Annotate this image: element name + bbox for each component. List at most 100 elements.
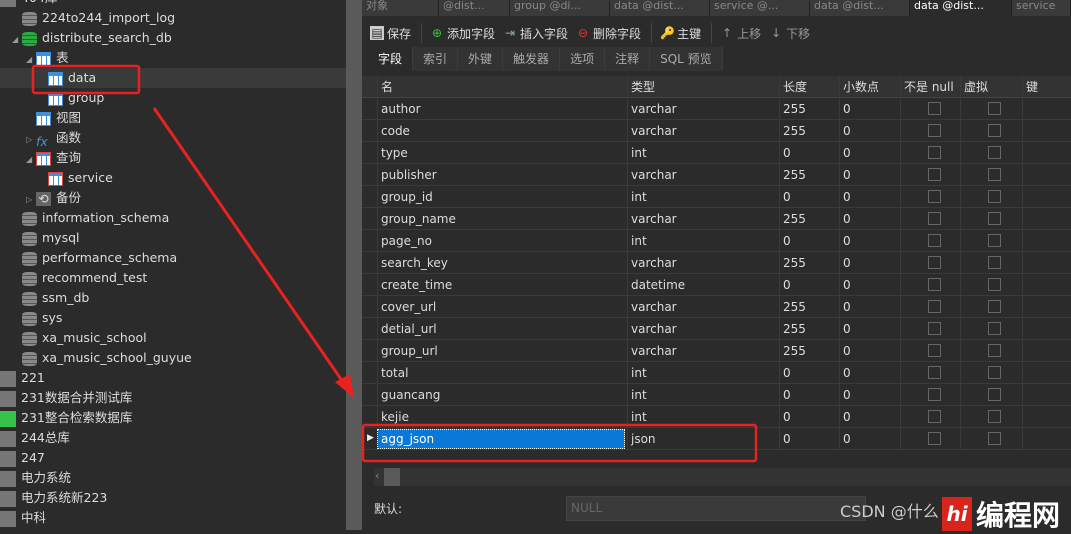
- cell-not-null[interactable]: [900, 98, 960, 120]
- checkbox[interactable]: [988, 410, 1001, 423]
- cell[interactable]: 0: [779, 362, 839, 384]
- cell-not-null[interactable]: [900, 252, 960, 274]
- cell-virtual[interactable]: [960, 296, 1022, 318]
- cell[interactable]: 0: [839, 142, 900, 164]
- tree-item[interactable]: data: [0, 68, 346, 88]
- tree-item[interactable]: ◢ 查询: [26, 148, 81, 168]
- table-row[interactable]: code varchar 255 0: [362, 120, 1071, 142]
- subtab-6[interactable]: SQL 预览: [650, 47, 723, 71]
- scrollbar-thumb[interactable]: [384, 468, 400, 486]
- tree-item[interactable]: 电力系统新223: [0, 488, 107, 508]
- cell-not-null[interactable]: [900, 384, 960, 406]
- cell[interactable]: cover_url: [377, 296, 627, 318]
- subtab-4[interactable]: 选项: [560, 47, 606, 71]
- cell-not-null[interactable]: [900, 340, 960, 362]
- checkbox[interactable]: [928, 234, 941, 247]
- cell[interactable]: 255: [779, 164, 839, 186]
- table-row[interactable]: kejie int 0 0: [362, 406, 1071, 428]
- cell-not-null[interactable]: [900, 120, 960, 142]
- checkbox[interactable]: [988, 322, 1001, 335]
- cell-key[interactable]: [1022, 296, 1071, 318]
- cell-key[interactable]: [1022, 362, 1071, 384]
- column-header[interactable]: 虚拟: [960, 76, 1022, 98]
- tree-item[interactable]: group: [38, 88, 104, 108]
- cell-virtual[interactable]: [960, 274, 1022, 296]
- cell[interactable]: 0: [779, 384, 839, 406]
- cell-not-null[interactable]: [900, 274, 960, 296]
- cell[interactable]: 0: [839, 186, 900, 208]
- checkbox[interactable]: [928, 146, 941, 159]
- delete-field-button[interactable]: ⊖ 删除字段: [576, 25, 641, 42]
- cell[interactable]: author: [377, 98, 627, 120]
- cell-key[interactable]: [1022, 252, 1071, 274]
- cell-key[interactable]: [1022, 142, 1071, 164]
- checkbox[interactable]: [988, 146, 1001, 159]
- table-row[interactable]: author varchar 255 0: [362, 98, 1071, 120]
- checkbox[interactable]: [928, 212, 941, 225]
- checkbox[interactable]: [988, 124, 1001, 137]
- table-row[interactable]: publisher varchar 255 0: [362, 164, 1071, 186]
- cell-virtual[interactable]: [960, 252, 1022, 274]
- tree-item[interactable]: xa_music_school_guyue: [12, 348, 192, 368]
- cell[interactable]: varchar: [627, 340, 779, 362]
- checkbox[interactable]: [928, 366, 941, 379]
- cell[interactable]: 0: [779, 142, 839, 164]
- table-row[interactable]: group_id int 0 0: [362, 186, 1071, 208]
- tree-item[interactable]: 404库: [0, 0, 57, 8]
- tree-item[interactable]: recommend_test: [12, 268, 147, 288]
- cell[interactable]: 0: [839, 252, 900, 274]
- table-row[interactable]: cover_url varchar 255 0: [362, 296, 1071, 318]
- cell[interactable]: 255: [779, 296, 839, 318]
- cell[interactable]: varchar: [627, 208, 779, 230]
- cell[interactable]: group_name: [377, 208, 627, 230]
- tree-item[interactable]: 247: [0, 448, 45, 468]
- tree-item[interactable]: 221: [0, 368, 45, 388]
- cell[interactable]: group_url: [377, 340, 627, 362]
- tab-1[interactable]: @dist...: [439, 0, 510, 16]
- cell[interactable]: 0: [839, 164, 900, 186]
- table-row[interactable]: page_no int 0 0: [362, 230, 1071, 252]
- cell[interactable]: page_no: [377, 230, 627, 252]
- checkbox[interactable]: [928, 432, 941, 445]
- cell[interactable]: agg_json: [377, 429, 625, 449]
- cell[interactable]: kejie: [377, 406, 627, 428]
- cell[interactable]: int: [627, 230, 779, 252]
- cell[interactable]: int: [627, 186, 779, 208]
- checkbox[interactable]: [988, 190, 1001, 203]
- column-header[interactable]: 不是 null: [900, 76, 960, 98]
- table-row[interactable]: search_key varchar 255 0: [362, 252, 1071, 274]
- cell-not-null[interactable]: [900, 318, 960, 340]
- cell[interactable]: varchar: [627, 252, 779, 274]
- cell-virtual[interactable]: [960, 428, 1022, 450]
- cell[interactable]: int: [627, 142, 779, 164]
- tree-item[interactable]: information_schema: [12, 208, 169, 228]
- cell-not-null[interactable]: [900, 142, 960, 164]
- cell-key[interactable]: [1022, 318, 1071, 340]
- cell[interactable]: 0: [779, 274, 839, 296]
- checkbox[interactable]: [988, 278, 1001, 291]
- default-input[interactable]: NULL: [566, 496, 866, 521]
- checkbox[interactable]: [928, 278, 941, 291]
- cell-key[interactable]: [1022, 406, 1071, 428]
- column-header[interactable]: 名: [377, 76, 627, 98]
- table-row[interactable]: group_name varchar 255 0: [362, 208, 1071, 230]
- cell[interactable]: publisher: [377, 164, 627, 186]
- cell-virtual[interactable]: [960, 186, 1022, 208]
- cell[interactable]: 0: [839, 120, 900, 142]
- cell[interactable]: 0: [779, 186, 839, 208]
- expanded-triangle-icon[interactable]: ◢: [12, 30, 22, 50]
- cell[interactable]: search_key: [377, 252, 627, 274]
- cell-not-null[interactable]: [900, 296, 960, 318]
- cell[interactable]: 0: [779, 406, 839, 428]
- cell-key[interactable]: [1022, 274, 1071, 296]
- checkbox[interactable]: [988, 102, 1001, 115]
- cell-key[interactable]: [1022, 186, 1071, 208]
- checkbox[interactable]: [988, 234, 1001, 247]
- table-row[interactable]: type int 0 0: [362, 142, 1071, 164]
- cell[interactable]: datetime: [627, 274, 779, 296]
- cell-key[interactable]: [1022, 164, 1071, 186]
- cell[interactable]: 255: [779, 340, 839, 362]
- subtab-1[interactable]: 索引: [413, 47, 459, 71]
- tree-item[interactable]: ssm_db: [12, 288, 89, 308]
- cell-virtual[interactable]: [960, 230, 1022, 252]
